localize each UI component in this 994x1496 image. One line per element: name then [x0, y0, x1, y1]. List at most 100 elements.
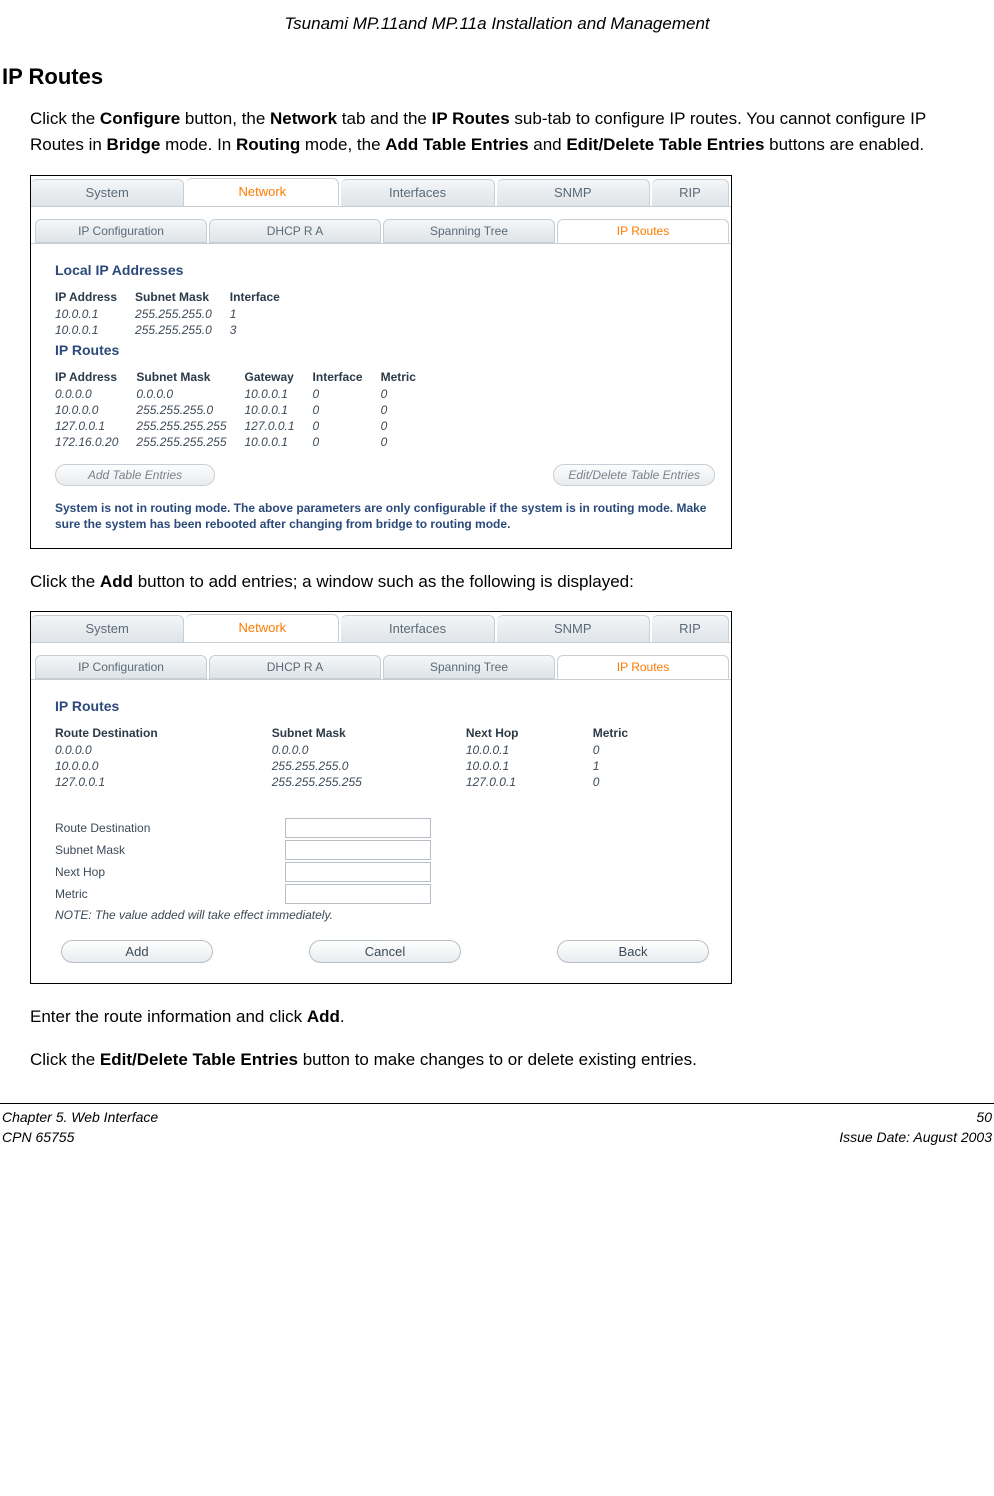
tab-system[interactable]: System — [31, 179, 184, 206]
table-add-routes: Route Destination Subnet Mask Next Hop M… — [55, 724, 689, 790]
text: Enter the route information and click — [30, 1007, 307, 1026]
subtab-ip-configuration[interactable]: IP Configuration — [35, 655, 207, 679]
back-button[interactable]: Back — [557, 940, 709, 963]
text-bold: Configure — [100, 109, 180, 128]
col-header: Interface — [230, 288, 298, 306]
subtab-ip-routes[interactable]: IP Routes — [557, 219, 729, 243]
col-header: Subnet Mask — [135, 288, 230, 306]
cell: 10.0.0.1 — [245, 434, 313, 450]
cell: 10.0.0.1 — [245, 386, 313, 402]
tab-snmp[interactable]: SNMP — [497, 615, 650, 642]
col-header: Next Hop — [466, 724, 593, 742]
table-row: 10.0.0.0255.255.255.010.0.0.11 — [55, 758, 689, 774]
text-bold: Add Table Entries — [385, 135, 528, 154]
tab-rip[interactable]: RIP — [652, 179, 729, 206]
cell: 10.0.0.1 — [245, 402, 313, 418]
page-footer: Chapter 5. Web Interface CPN 65755 50 Is… — [0, 1108, 994, 1157]
cell: 10.0.0.1 — [55, 306, 135, 322]
tab-rip[interactable]: RIP — [652, 615, 729, 642]
cell: 255.255.255.0 — [135, 306, 230, 322]
table-row: 0.0.0.00.0.0.010.0.0.10 — [55, 742, 689, 758]
cell: 255.255.255.0 — [135, 322, 230, 338]
cell: 0 — [593, 774, 689, 790]
cell: 255.255.255.255 — [136, 434, 244, 450]
cell: 0 — [381, 402, 434, 418]
edit-delete-table-entries-button[interactable]: Edit/Delete Table Entries — [553, 464, 715, 486]
text-bold: Edit/Delete Table Entries — [566, 135, 764, 154]
route-destination-input[interactable] — [285, 818, 431, 838]
table-row: 0.0.0.00.0.0.010.0.0.100 — [55, 386, 434, 402]
text: Click the — [30, 572, 100, 591]
col-header: Subnet Mask — [272, 724, 466, 742]
section-heading: IP Routes — [0, 64, 994, 90]
table-row: 127.0.0.1255.255.255.255127.0.0.100 — [55, 418, 434, 434]
cell: 255.255.255.255 — [136, 418, 244, 434]
text: button, the — [180, 109, 270, 128]
subtab-spanning-tree[interactable]: Spanning Tree — [383, 219, 555, 243]
cell: 10.0.0.1 — [466, 758, 593, 774]
cell: 3 — [230, 322, 298, 338]
text: tab and the — [337, 109, 432, 128]
cell: 127.0.0.1 — [245, 418, 313, 434]
routing-mode-warning: System is not in routing mode. The above… — [55, 500, 715, 532]
cell: 172.16.0.20 — [55, 434, 136, 450]
subtab-dhcp-ra[interactable]: DHCP R A — [209, 219, 381, 243]
metric-input[interactable] — [285, 884, 431, 904]
cell: 10.0.0.0 — [55, 402, 136, 418]
tab-interfaces[interactable]: Interfaces — [341, 179, 494, 206]
cell: 255.255.255.255 — [272, 774, 466, 790]
text: and — [529, 135, 567, 154]
subnet-mask-input[interactable] — [285, 840, 431, 860]
cell: 10.0.0.1 — [466, 742, 593, 758]
cancel-button[interactable]: Cancel — [309, 940, 461, 963]
table-ip-routes: IP Address Subnet Mask Gateway Interface… — [55, 368, 434, 450]
heading-local-ip: Local IP Addresses — [55, 262, 715, 278]
text-bold: Edit/Delete Table Entries — [100, 1050, 298, 1069]
paragraph-1: Click the Configure button, the Network … — [30, 106, 994, 159]
cell: 0 — [381, 434, 434, 450]
screenshot-ip-routes-view: System Network Interfaces SNMP RIP IP Co… — [30, 175, 732, 549]
cell: 255.255.255.0 — [272, 758, 466, 774]
text: button to add entries; a window such as … — [133, 572, 634, 591]
tab-network[interactable]: Network — [186, 178, 339, 206]
cell: 0.0.0.0 — [136, 386, 244, 402]
text-bold: Routing — [236, 135, 300, 154]
paragraph-4: Click the Edit/Delete Table Entries butt… — [30, 1047, 994, 1073]
screenshot-ip-routes-add: System Network Interfaces SNMP RIP IP Co… — [30, 611, 732, 984]
cell: 127.0.0.1 — [55, 418, 136, 434]
cell: 255.255.255.0 — [136, 402, 244, 418]
cell: 0.0.0.0 — [55, 386, 136, 402]
subtab-spanning-tree[interactable]: Spanning Tree — [383, 655, 555, 679]
tab-system[interactable]: System — [31, 615, 184, 642]
table-row: 127.0.0.1255.255.255.255127.0.0.10 — [55, 774, 689, 790]
text: Click the — [30, 1050, 100, 1069]
col-header: Gateway — [245, 368, 313, 386]
col-header: IP Address — [55, 368, 136, 386]
add-button[interactable]: Add — [61, 940, 213, 963]
footer-chapter: Chapter 5. Web Interface — [2, 1108, 158, 1128]
add-table-entries-button[interactable]: Add Table Entries — [55, 464, 215, 486]
cell: 127.0.0.1 — [55, 774, 272, 790]
cell: 1 — [593, 758, 689, 774]
subtab-ip-configuration[interactable]: IP Configuration — [35, 219, 207, 243]
text-bold: Add — [307, 1007, 340, 1026]
cell: 0 — [313, 386, 381, 402]
table-local-ip: IP Address Subnet Mask Interface 10.0.0.… — [55, 288, 298, 338]
col-header: Interface — [313, 368, 381, 386]
label-route-destination: Route Destination — [55, 821, 285, 835]
text-bold: Network — [270, 109, 337, 128]
label-subnet-mask: Subnet Mask — [55, 843, 285, 857]
tab-snmp[interactable]: SNMP — [497, 179, 650, 206]
subtab-dhcp-ra[interactable]: DHCP R A — [209, 655, 381, 679]
col-header: Route Destination — [55, 724, 272, 742]
cell: 0 — [381, 386, 434, 402]
tab-interfaces[interactable]: Interfaces — [341, 615, 494, 642]
cell: 0 — [593, 742, 689, 758]
cell: 0.0.0.0 — [272, 742, 466, 758]
subtab-ip-routes[interactable]: IP Routes — [557, 655, 729, 679]
cell: 10.0.0.0 — [55, 758, 272, 774]
text-bold: Add — [100, 572, 133, 591]
tab-network[interactable]: Network — [186, 614, 339, 642]
next-hop-input[interactable] — [285, 862, 431, 882]
text: . — [340, 1007, 345, 1026]
